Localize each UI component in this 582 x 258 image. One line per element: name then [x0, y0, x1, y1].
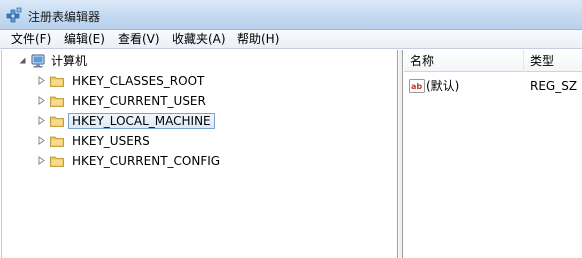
expand-arrow-icon[interactable] [37, 156, 46, 165]
folder-icon [50, 116, 64, 127]
value-type: REG_SZ [530, 79, 578, 93]
menu-help[interactable]: 帮助(H) [235, 32, 281, 48]
tree-node-hkey-current-user[interactable]: HKEY_CURRENT_USER [2, 92, 397, 110]
tree-node-hkey-local-machine[interactable]: HKEY_LOCAL_MACHINE [2, 112, 397, 130]
tree-node-label: HKEY_CURRENT_USER [72, 94, 206, 108]
tree-node-hkey-classes-root[interactable]: HKEY_CLASSES_ROOT [2, 72, 397, 90]
column-header-type[interactable]: 类型 [524, 50, 582, 72]
value-name: (默认) [426, 79, 460, 93]
tree-node-label: HKEY_USERS [72, 134, 150, 148]
menu-edit[interactable]: 编辑(E) [62, 32, 107, 48]
folder-icon [50, 76, 64, 87]
folder-icon [50, 96, 64, 107]
expand-arrow-icon[interactable] [37, 136, 46, 145]
expand-arrow-icon[interactable] [37, 116, 46, 125]
string-value-icon: ab [409, 79, 425, 93]
tree-node-label-selected: HKEY_LOCAL_MACHINE [68, 113, 215, 129]
menu-view[interactable]: 查看(V) [116, 32, 162, 48]
svg-text:ab: ab [411, 82, 422, 91]
tree-node-hkey-users[interactable]: HKEY_USERS [2, 132, 397, 150]
menu-bar: 文件(F) 编辑(E) 查看(V) 收藏夹(A) 帮助(H) [0, 30, 582, 49]
menu-file[interactable]: 文件(F) [9, 32, 53, 48]
folder-icon [50, 156, 64, 167]
pane-splitter[interactable] [399, 50, 403, 258]
tree-node-label: 计算机 [51, 54, 88, 68]
tree-node-label: HKEY_CLASSES_ROOT [72, 74, 205, 88]
computer-icon [31, 54, 45, 68]
expand-arrow-icon[interactable] [37, 96, 46, 105]
tree-node-computer[interactable]: 计算机 [2, 52, 397, 70]
list-header: 名称 类型 [404, 50, 582, 72]
menu-favorites[interactable]: 收藏夹(A) [170, 32, 228, 48]
value-row-default[interactable]: ab (默认) REG_SZ [404, 77, 582, 95]
regedit-app-icon [6, 7, 22, 23]
title-bar[interactable]: 注册表编辑器 [0, 0, 582, 30]
values-list-pane[interactable]: 名称 类型 ab (默认) REG_SZ [404, 50, 582, 258]
tree-node-hkey-current-config[interactable]: HKEY_CURRENT_CONFIG [2, 152, 397, 170]
tree-node-label: HKEY_CURRENT_CONFIG [72, 154, 221, 168]
registry-tree-pane[interactable]: 计算机 HKEY_CLASSES_ROOT HKEY_CURRENT_USER … [1, 50, 398, 258]
column-header-name[interactable]: 名称 [404, 50, 524, 72]
folder-icon [50, 136, 64, 147]
collapse-arrow-icon[interactable] [18, 56, 27, 65]
expand-arrow-icon[interactable] [37, 76, 46, 85]
window-title: 注册表编辑器 [28, 10, 101, 24]
